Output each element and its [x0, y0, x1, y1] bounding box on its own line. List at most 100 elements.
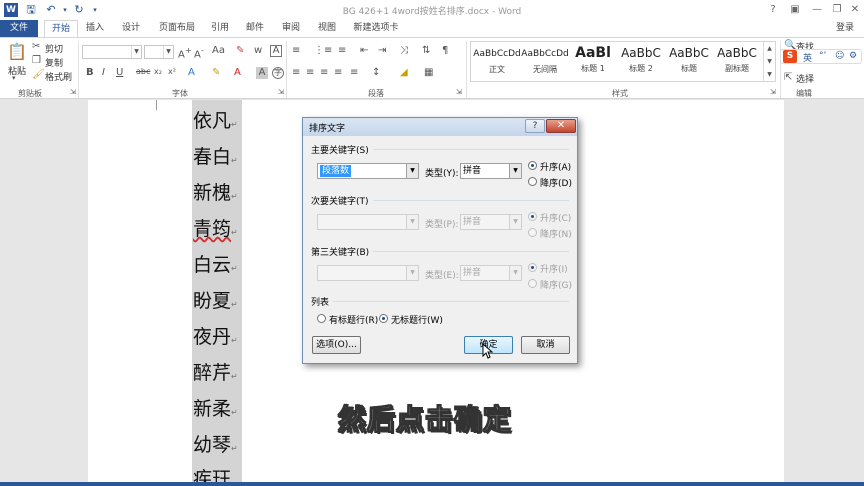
underline-icon[interactable]: U	[116, 67, 123, 78]
third-asc-label[interactable]: 升序(I)	[540, 262, 568, 275]
has-header-radio[interactable]	[317, 314, 326, 323]
secondary-desc-radio[interactable]	[528, 228, 537, 237]
paste-button[interactable]: 粘贴	[8, 64, 26, 77]
clear-format-icon[interactable]: ✎	[236, 45, 244, 56]
no-header-radio[interactable]	[379, 314, 388, 323]
shading-icon[interactable]: ◢	[400, 67, 408, 78]
text-effects-icon[interactable]: A	[188, 67, 195, 78]
primary-desc-label[interactable]: 降序(D)	[540, 176, 572, 189]
font-color-icon[interactable]: A	[234, 67, 241, 78]
tab-new-tab[interactable]: 新建选项卡	[348, 20, 404, 37]
no-header-label[interactable]: 无标题行(W)	[391, 313, 443, 326]
dialog-help-button[interactable]: ?	[525, 119, 545, 133]
char-shading-icon[interactable]: A	[256, 67, 268, 79]
secondary-key-select[interactable]: ▼	[317, 214, 419, 230]
dialog-close-button[interactable]: ✕	[546, 119, 576, 133]
style-no-spacing[interactable]: AaBbCcDd 无间隔	[521, 42, 569, 81]
list-item[interactable]: 幼琴↵	[193, 432, 238, 458]
list-item[interactable]: 依凡↵	[193, 108, 238, 134]
primary-asc-label[interactable]: 升序(A)	[540, 160, 571, 173]
help-icon[interactable]: ?	[764, 2, 782, 18]
align-center-icon[interactable]: ≡	[306, 67, 314, 78]
style-subtitle[interactable]: AaBbC 副标题	[713, 42, 761, 81]
list-item[interactable]: 新柔↵	[193, 396, 238, 422]
increase-indent-icon[interactable]: ⇥	[378, 45, 386, 56]
list-item[interactable]: 新槐↵	[193, 180, 238, 206]
minimize-icon[interactable]: —	[808, 2, 826, 18]
secondary-type-select[interactable]: 拼音 ▼	[460, 214, 522, 230]
tab-home[interactable]: 开始	[44, 20, 78, 37]
close-icon[interactable]: ✕	[846, 2, 864, 18]
secondary-asc-label[interactable]: 升序(C)	[540, 211, 571, 224]
borders-icon[interactable]: ▦	[424, 67, 433, 78]
align-right-icon[interactable]: ≡	[320, 67, 328, 78]
styles-scroll[interactable]: ▲ ▼ ▼	[763, 42, 775, 81]
list-item[interactable]: 盼夏↵	[193, 288, 238, 314]
show-marks-icon[interactable]: ¶	[442, 45, 448, 56]
highlight-icon[interactable]: ✎	[212, 67, 220, 78]
numbering-icon[interactable]: ⋮≡	[314, 45, 332, 56]
third-key-select[interactable]: ▼	[317, 265, 419, 281]
third-desc-radio[interactable]	[528, 279, 537, 288]
multilevel-list-icon[interactable]: ≡	[338, 45, 346, 56]
has-header-label[interactable]: 有标题行(R)	[329, 313, 378, 326]
emoji-icon[interactable]: ☺	[835, 51, 844, 61]
secondary-desc-label[interactable]: 降序(N)	[540, 227, 572, 240]
style-heading-2[interactable]: AaBbC 标题 2	[617, 42, 665, 81]
format-painter-button[interactable]: 格式刷	[45, 70, 72, 83]
ime-lang-toggle[interactable]: 英	[803, 51, 812, 64]
font-size-combo[interactable]: ▼	[144, 45, 174, 59]
primary-type-select[interactable]: 拼音 ▼	[460, 163, 522, 179]
cancel-button[interactable]: 取消	[521, 336, 570, 354]
list-item[interactable]: 醉芹↵	[193, 360, 238, 386]
font-name-combo[interactable]: ▼	[82, 45, 142, 59]
bullets-icon[interactable]: ≡	[292, 45, 300, 56]
tab-design[interactable]: 设计	[114, 20, 148, 37]
cut-button[interactable]: 剪切	[45, 42, 63, 55]
ime-settings-icon[interactable]: ⚙	[849, 51, 857, 61]
secondary-asc-radio[interactable]	[528, 212, 537, 221]
style-normal[interactable]: AaBbCcDd 正文	[473, 42, 521, 81]
subscript-icon[interactable]: x₂	[154, 67, 162, 76]
copy-button[interactable]: 复制	[45, 56, 63, 69]
tab-references[interactable]: 引用	[206, 20, 234, 37]
style-heading-1[interactable]: AaBl 标题 1	[569, 42, 617, 81]
styles-launcher-icon[interactable]: ⇲	[770, 88, 776, 96]
chinese-layout-icon[interactable]: ⤨	[400, 45, 408, 56]
copy-icon[interactable]: ❐	[32, 55, 41, 66]
font-launcher-icon[interactable]: ⇲	[278, 88, 284, 96]
italic-icon[interactable]: I	[102, 67, 105, 78]
tab-insert[interactable]: 插入	[80, 20, 110, 37]
punctuation-icon[interactable]: °’	[819, 51, 826, 61]
options-button[interactable]: 选项(O)...	[312, 336, 361, 354]
char-border-icon[interactable]: A	[270, 45, 282, 57]
bold-icon[interactable]: B	[86, 67, 94, 78]
change-case-icon[interactable]: Aa	[212, 45, 225, 56]
primary-asc-radio[interactable]	[528, 161, 537, 170]
sort-icon[interactable]: ⇅	[422, 45, 430, 56]
list-item[interactable]: 春白↵	[193, 144, 238, 170]
list-item[interactable]: 夜丹↵	[193, 324, 238, 350]
restore-icon[interactable]: ❐	[828, 2, 846, 18]
paragraph-launcher-icon[interactable]: ⇲	[456, 88, 462, 96]
select-button[interactable]: 选择	[796, 72, 814, 85]
list-item[interactable]: 疾玨	[193, 466, 231, 482]
format-painter-icon[interactable]: 🖌	[32, 69, 45, 80]
tab-view[interactable]: 视图	[312, 20, 342, 37]
tab-review[interactable]: 审阅	[276, 20, 306, 37]
clipboard-launcher-icon[interactable]: ⇲	[70, 88, 76, 96]
ribbon-display-icon[interactable]: ▣	[786, 2, 804, 18]
strikethrough-icon[interactable]: abc	[136, 67, 150, 76]
superscript-icon[interactable]: x²	[168, 67, 176, 76]
tab-file[interactable]: 文件	[0, 20, 38, 37]
primary-desc-radio[interactable]	[528, 177, 537, 186]
paste-dropdown-icon[interactable]: ▾	[12, 74, 16, 82]
align-left-icon[interactable]: ≡	[292, 67, 300, 78]
list-item[interactable]: 白云↵	[193, 252, 238, 278]
decrease-indent-icon[interactable]: ⇤	[360, 45, 368, 56]
phonetic-icon[interactable]: w​	[254, 45, 262, 56]
list-item[interactable]: 青筠↵	[193, 216, 238, 242]
grow-font-icon[interactable]: A+	[178, 45, 192, 60]
cut-icon[interactable]: ✂	[32, 41, 40, 52]
justify-icon[interactable]: ≡	[334, 67, 342, 78]
